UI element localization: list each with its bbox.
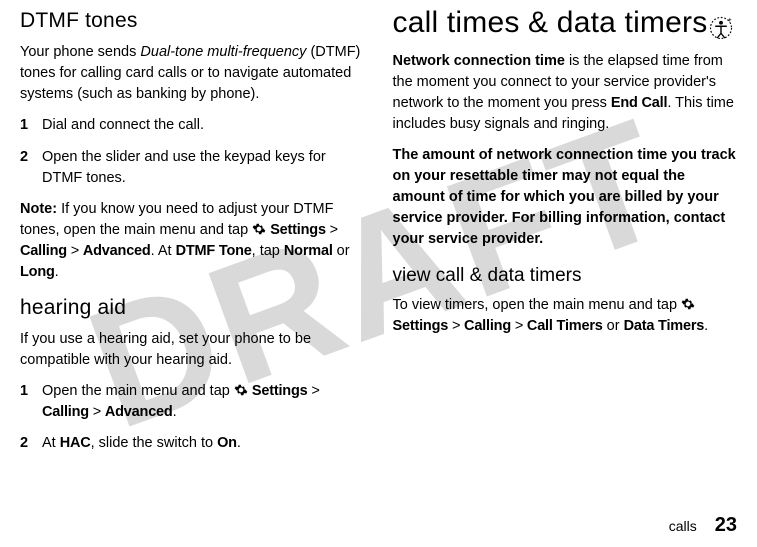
text: Your phone sends <box>20 44 140 60</box>
label-nct: Network connection time <box>393 53 565 69</box>
right-column: + call times & data timers Network conne… <box>379 6 738 535</box>
note-label: Note: <box>20 201 57 217</box>
text: . At <box>151 243 176 259</box>
label-on: On <box>217 435 237 451</box>
label-settings: Settings <box>252 383 308 399</box>
step-number: 2 <box>20 433 42 454</box>
text: . <box>237 435 241 451</box>
para-hearing-intro: If you use a hearing aid, set your phone… <box>20 329 365 371</box>
label-long: Long <box>20 264 55 280</box>
text: . <box>704 318 708 334</box>
step-number: 2 <box>20 147 42 189</box>
text: > <box>89 404 105 420</box>
heading-call-times: call times & data timers <box>393 6 738 41</box>
step-number: 1 <box>20 381 42 423</box>
text: To view timers, open the main menu and t… <box>393 297 682 313</box>
accessibility-icon: + <box>707 14 735 42</box>
text: At <box>42 435 60 451</box>
text: > <box>326 222 338 238</box>
step-text: Dial and connect the call. <box>42 115 365 136</box>
para-billing-note: The amount of network connection time yo… <box>393 145 738 250</box>
heading-view-timers: view call & data timers <box>393 262 738 290</box>
text: or <box>603 318 624 334</box>
svg-text:+: + <box>728 17 732 24</box>
label-calling: Calling <box>42 404 89 420</box>
label-call-timers: Call Timers <box>527 318 603 334</box>
page-content: DTMF tones Your phone sends Dual-tone mu… <box>0 0 757 547</box>
gear-icon <box>234 383 248 397</box>
text: > <box>67 243 83 259</box>
para-view-timers: To view timers, open the main menu and t… <box>393 295 738 337</box>
step-2: 2 Open the slider and use the keypad key… <box>20 147 365 189</box>
text: Open the main menu and tap <box>42 383 234 399</box>
label-settings: Settings <box>393 318 449 334</box>
heading-hearing-aid: hearing aid <box>20 293 365 323</box>
label-normal: Normal <box>284 243 333 259</box>
label-calling: Calling <box>20 243 67 259</box>
label-dtmf-tone: DTMF Tone <box>176 243 252 259</box>
step-number: 1 <box>20 115 42 136</box>
hearing-step-1: 1 Open the main menu and tap Settings > … <box>20 381 365 423</box>
label-calling: Calling <box>464 318 511 334</box>
gear-icon <box>681 297 695 311</box>
step-text: Open the slider and use the keypad keys … <box>42 147 365 189</box>
step-text: Open the main menu and tap Settings > Ca… <box>42 381 365 423</box>
label-settings: Settings <box>270 222 326 238</box>
text: or <box>333 243 350 259</box>
gear-icon <box>252 222 266 236</box>
text: . <box>173 404 177 420</box>
left-column: DTMF tones Your phone sends Dual-tone mu… <box>20 6 379 535</box>
para-note: Note: If you know you need to adjust you… <box>20 199 365 283</box>
text: , tap <box>252 243 284 259</box>
text: . <box>55 264 59 280</box>
text-italic-dtmf: Dual-tone multi-frequency <box>140 44 306 60</box>
heading-dtmf-tones: DTMF tones <box>20 6 365 36</box>
label-data-timers: Data Timers <box>624 318 705 334</box>
label-advanced: Advanced <box>105 404 173 420</box>
text: > <box>448 318 464 334</box>
text: , slide the switch to <box>91 435 218 451</box>
text: > <box>511 318 527 334</box>
label-advanced: Advanced <box>83 243 151 259</box>
para-nct: Network connection time is the elapsed t… <box>393 51 738 135</box>
para-dtmf-intro: Your phone sends Dual-tone multi-frequen… <box>20 42 365 105</box>
hearing-step-2: 2 At HAC, slide the switch to On. <box>20 433 365 454</box>
step-1: 1 Dial and connect the call. <box>20 115 365 136</box>
step-text: At HAC, slide the switch to On. <box>42 433 365 454</box>
text: > <box>308 383 320 399</box>
label-hac: HAC <box>60 435 91 451</box>
label-end-call: End Call <box>611 95 667 111</box>
